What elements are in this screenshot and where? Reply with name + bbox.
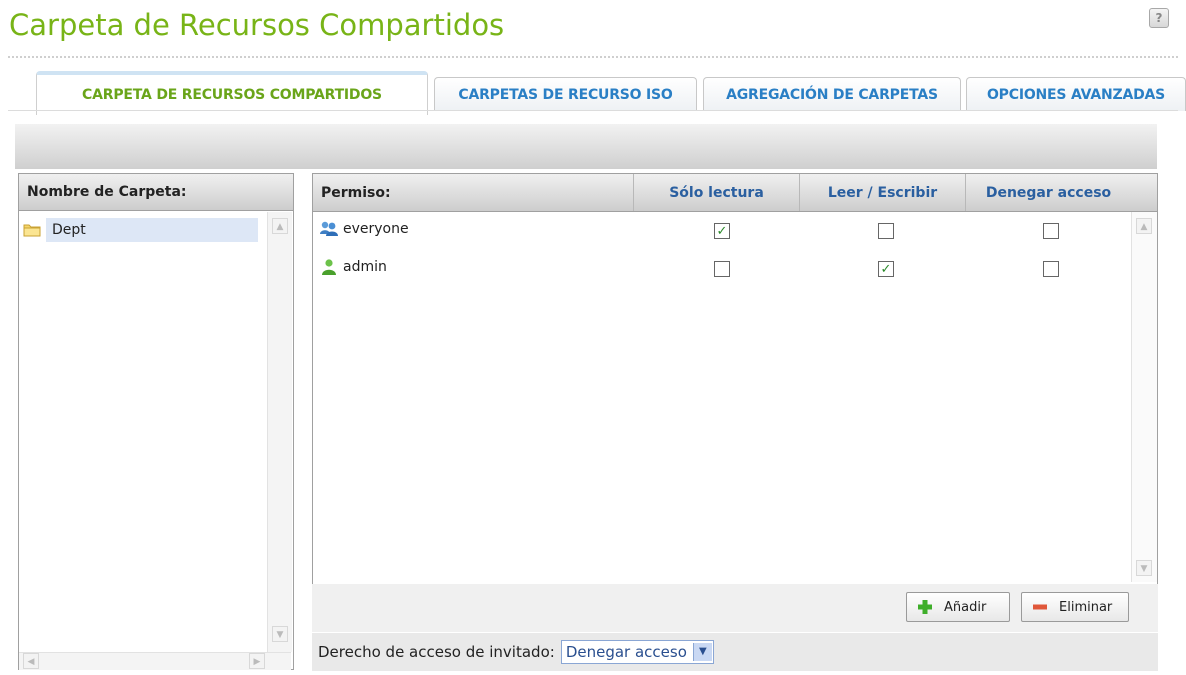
permissions-panel: Permiso: Sólo lectura Leer / Escribir De… [312, 173, 1158, 585]
scroll-left-icon[interactable]: ◀ [23, 653, 39, 669]
minus-icon [1033, 604, 1047, 610]
plus-icon [918, 600, 932, 614]
scroll-right-icon[interactable]: ▶ [249, 653, 265, 669]
column-read-only: Sólo lectura [633, 174, 799, 211]
guest-access-row: Derecho de acceso de invitado: Denegar a… [312, 633, 1158, 671]
remove-button[interactable]: Eliminar [1021, 592, 1129, 622]
permission-row-everyone[interactable]: everyone ✓ [313, 212, 1131, 248]
help-icon[interactable]: ? [1149, 8, 1169, 28]
column-read-write: Leer / Escribir [799, 174, 965, 211]
scroll-down-icon[interactable]: ▼ [1136, 560, 1152, 576]
folder-icon [23, 224, 41, 237]
user-icon [322, 259, 336, 275]
folder-vertical-scrollbar[interactable]: ▲ ▼ [267, 212, 292, 652]
action-bar: Añadir Eliminar [312, 584, 1158, 632]
tab-advanced-options[interactable]: OPCIONES AVANZADAS [966, 77, 1186, 111]
checkbox-deny-access[interactable] [1043, 261, 1059, 277]
tab-shared-folders[interactable]: CARPETA DE RECURSOS COMPARTIDOS [36, 71, 428, 115]
column-deny-access: Denegar acceso [965, 174, 1131, 211]
folder-panel: Nombre de Carpeta: Dept ▲ ▼ ◀ ▶ [18, 173, 294, 670]
permissions-vertical-scrollbar[interactable]: ▲ ▼ [1131, 212, 1157, 582]
guest-access-select[interactable]: Denegar acceso ▼ [560, 640, 714, 664]
group-icon [320, 221, 338, 236]
checkbox-deny-access[interactable] [1043, 223, 1059, 239]
scroll-down-icon[interactable]: ▼ [272, 626, 288, 642]
title-divider [8, 56, 1178, 58]
folder-item-label: Dept [46, 218, 258, 242]
guest-access-label: Derecho de acceso de invitado: [318, 643, 555, 661]
permission-row-admin[interactable]: admin ✓ [313, 250, 1131, 286]
column-permission: Permiso: [321, 184, 391, 201]
tab-folder-aggregation[interactable]: AGREGACIÓN DE CARPETAS [703, 77, 961, 111]
permissions-header: Permiso: Sólo lectura Leer / Escribir De… [313, 174, 1157, 212]
checkbox-read-write[interactable]: ✓ [878, 261, 894, 277]
permission-user-name: everyone [343, 221, 409, 237]
add-button-label: Añadir [944, 599, 987, 615]
toolbar [15, 124, 1157, 169]
folder-header: Nombre de Carpeta: [19, 174, 293, 211]
add-button[interactable]: Añadir [906, 592, 1010, 622]
permission-user-name: admin [343, 259, 387, 275]
folder-horizontal-scrollbar[interactable]: ◀ ▶ [19, 652, 291, 670]
folder-item-dept[interactable]: Dept [23, 218, 263, 242]
tab-bottom-line [8, 110, 1178, 111]
remove-button-label: Eliminar [1059, 599, 1113, 615]
checkbox-read-only[interactable] [714, 261, 730, 277]
chevron-down-icon[interactable]: ▼ [692, 643, 712, 661]
checkbox-read-only[interactable]: ✓ [714, 223, 730, 239]
tab-iso-folders[interactable]: CARPETAS DE RECURSO ISO [434, 77, 697, 111]
checkbox-read-write[interactable] [878, 223, 894, 239]
scroll-up-icon[interactable]: ▲ [1136, 218, 1152, 234]
page-title: Carpeta de Recursos Compartidos [9, 8, 505, 42]
guest-access-value: Denegar acceso [565, 643, 687, 661]
scroll-up-icon[interactable]: ▲ [272, 218, 288, 234]
